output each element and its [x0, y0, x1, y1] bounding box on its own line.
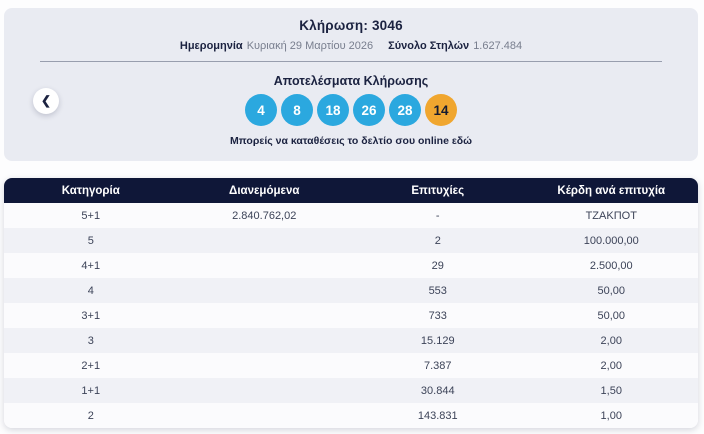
table-row: 3+1 733 50,00	[4, 303, 698, 328]
draw-meta-line: Ημερομηνία Κυριακή 29 Μαρτίου 2026 Σύνολο…	[4, 40, 698, 52]
prize-cell: 2,00	[600, 334, 622, 347]
table-row: 1+1 30.844 1,50	[4, 378, 698, 403]
number-ball: 28	[389, 94, 421, 126]
winners-cell: 553	[428, 284, 447, 297]
table-body: 5+1 2.840.762,02 - ΤΖΑΚΠΟΤ 5 2 100.000,00 4+1 29…	[4, 203, 698, 428]
table-header-row: Κατηγορία Διανεμόμενα Επιτυχίες Κέρδη ανά ε…	[4, 178, 698, 203]
winners-cell: 30.844	[420, 384, 455, 397]
distributed-cell: 2.840.762,02	[232, 209, 297, 222]
draw-title: Κλήρωση: 3046	[299, 18, 403, 33]
header-cell: Διανεμόμενα	[229, 184, 300, 197]
prize-cell: 2,00	[600, 359, 622, 372]
prize-cell: 50,00	[597, 309, 626, 322]
bonus-number-ball: 14	[425, 94, 457, 126]
category-cell: 5+1	[81, 209, 101, 222]
total-columns-value: 1.627.484	[473, 40, 523, 52]
draw-date: Ημερομηνία Κυριακή 29 Μαρτίου 2026	[180, 40, 373, 52]
category-cell: 3+1	[81, 309, 101, 322]
category-cell: 4	[87, 284, 94, 297]
winners-cell: 7.387	[423, 359, 452, 372]
number-ball: 18	[317, 94, 349, 126]
category-cell: 2	[87, 409, 94, 422]
table-row: 4 553 50,00	[4, 278, 698, 303]
prize-cell: 1,00	[600, 409, 622, 422]
category-cell: 4+1	[81, 259, 101, 272]
number-ball: 26	[353, 94, 385, 126]
total-columns-label: Σύνολο Στηλών	[388, 40, 470, 52]
table-row: 5 2 100.000,00	[4, 228, 698, 253]
prize-cell: 100.000,00	[583, 234, 639, 247]
table-row: 2 143.831 1,00	[4, 403, 698, 428]
table-row: 2+1 7.387 2,00	[4, 353, 698, 378]
winners-cell: 15.129	[420, 334, 455, 347]
header-cell: Κατηγορία	[61, 184, 120, 197]
winners-cell: 29	[431, 259, 444, 272]
prize-cell: ΤΖΑΚΠΟΤ	[585, 209, 637, 222]
prize-cell: 2.500,00	[589, 259, 633, 272]
table-row: 4+1 29 2.500,00	[4, 253, 698, 278]
results-table-card: Κατηγορία Διανεμόμενα Επιτυχίες Κέρδη ανά ε…	[4, 178, 698, 428]
category-cell: 3	[87, 334, 94, 347]
number-ball: 4	[245, 94, 277, 126]
numbers-row: 4 8 18 26 28 14	[4, 94, 698, 126]
draw-summary-card: Κλήρωση: 3046 Ημερομηνία Κυριακή 29 Μαρτί…	[4, 8, 698, 161]
chevron-left-icon: ❮	[40, 93, 52, 108]
winners-cell: 143.831	[417, 409, 458, 422]
table-row: 5+1 2.840.762,02 - ΤΖΑΚΠΟΤ	[4, 203, 698, 228]
category-cell: 2+1	[81, 359, 101, 372]
category-cell: 5	[87, 234, 94, 247]
total-columns: Σύνολο Στηλών 1.627.484	[388, 40, 522, 52]
prize-cell: 50,00	[597, 284, 626, 297]
header-cell: Κέρδη ανά επιτυχία	[557, 184, 666, 197]
winners-cell: 733	[428, 309, 447, 322]
draw-date-value: Κυριακή 29 Μαρτίου 2026	[246, 40, 374, 52]
results-title: Αποτελέσματα Κλήρωσης	[273, 74, 429, 88]
draw-date-label: Ημερομηνία	[179, 40, 243, 52]
header-cell: Επιτυχίες	[411, 184, 465, 197]
winners-cell: -	[435, 209, 440, 222]
number-ball: 8	[281, 94, 313, 126]
table-row: 3 15.129 2,00	[4, 328, 698, 353]
category-cell: 1+1	[81, 384, 101, 397]
winners-cell: 2	[434, 234, 441, 247]
divider	[40, 61, 662, 62]
previous-draw-button[interactable]: ❮	[33, 88, 59, 114]
online-deposit-link[interactable]: Μπορείς να καταθέσεις το δελτίο σου onli…	[4, 135, 698, 147]
prize-cell: 1,50	[600, 384, 622, 397]
